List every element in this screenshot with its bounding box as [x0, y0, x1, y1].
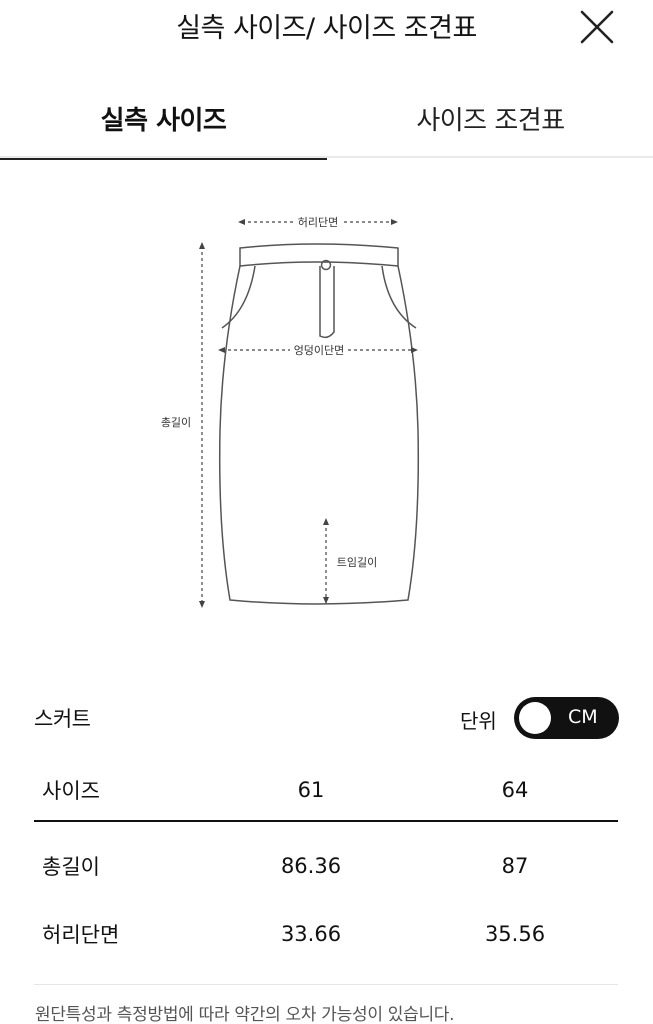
- row-value: 35.56: [484, 922, 546, 946]
- right-pocket: [381, 265, 417, 329]
- hip-label: 엉덩이단면: [294, 344, 345, 357]
- skirt-waistband: [239, 243, 399, 267]
- unit-label: 단위: [460, 709, 497, 733]
- waist-label: 허리단면: [298, 216, 338, 229]
- row-label: 총길이: [42, 855, 100, 879]
- disclaimer-note: 원단특성과 측정방법에 따라 약간의 오차 가능성이 있습니다.: [35, 1005, 455, 1024]
- tab-size-chart[interactable]: 사이즈 조견표: [327, 80, 653, 158]
- section-title: 스커트: [34, 707, 91, 731]
- unit-value: CM: [568, 706, 598, 728]
- skirt-fly: [319, 266, 335, 339]
- close-icon: [580, 10, 614, 44]
- row-label: 허리단면: [42, 923, 120, 947]
- slit-length-label: 트임길이: [337, 556, 377, 569]
- table-divider: [34, 984, 618, 985]
- table-row: 허리단면 33.66 35.56: [34, 900, 618, 968]
- tab-actual-size[interactable]: 실측 사이즈: [0, 80, 327, 160]
- unit-toggle[interactable]: CM: [514, 697, 619, 739]
- total-length-label: 총길이: [161, 416, 191, 429]
- skirt-measurement-diagram: 허리단면 엉덩이단면 총길이 트임길이: [150, 200, 430, 620]
- row-value: 87: [501, 854, 529, 878]
- size-table: 사이즈 61 64 총길이 86.36 87 허리단면 33.66 35.56: [34, 760, 618, 968]
- header: 실측 사이즈/ 사이즈 조견표: [0, 0, 653, 56]
- row-value: 33.66: [280, 922, 342, 946]
- table-header-row: 사이즈 61 64: [34, 760, 618, 822]
- toggle-knob: [519, 702, 551, 734]
- skirt-outline: [218, 265, 420, 605]
- header-size: 64: [501, 778, 529, 802]
- tab-bar: 실측 사이즈 사이즈 조견표: [0, 80, 653, 160]
- header-size: 61: [297, 778, 325, 802]
- close-button[interactable]: [576, 6, 618, 46]
- table-row: 총길이 86.36 87: [34, 832, 618, 900]
- row-value: 86.36: [280, 854, 342, 878]
- header-label: 사이즈: [42, 779, 100, 803]
- page-title: 실측 사이즈/ 사이즈 조견표: [176, 13, 477, 44]
